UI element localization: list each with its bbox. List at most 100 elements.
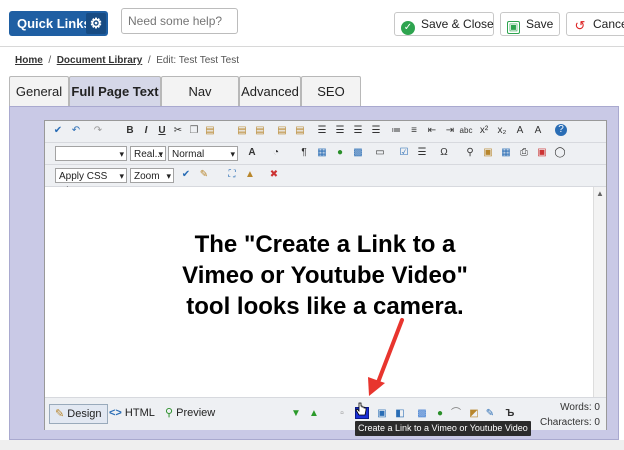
gear-icon: ⚙	[86, 13, 106, 34]
cancel-label: Cancel	[593, 17, 624, 31]
annotation-line: The "Create a Link to a	[194, 231, 456, 258]
editor-scrollbar[interactable]: ▲ ▼	[593, 187, 606, 415]
fullscreen-icon[interactable]: ⛶	[225, 168, 239, 182]
comment-icon[interactable]: ◯	[553, 146, 567, 160]
select-all-icon[interactable]: ▫	[335, 407, 349, 421]
help-icon[interactable]: ?	[555, 124, 567, 136]
flash-icon[interactable]: ▲	[243, 168, 257, 182]
html-mode-label: HTML	[124, 407, 155, 419]
preview-mode-button[interactable]: ⚲ Preview	[165, 404, 215, 422]
tooltip: Create a Link to a Vimeo or Youtube Vide…	[355, 421, 531, 436]
tab-nav-sections[interactable]: Nav Sections	[161, 76, 239, 129]
print-icon[interactable]: ⎙	[517, 146, 531, 160]
align-center-icon[interactable]: ☰	[333, 124, 347, 138]
breadcrumb-home-link[interactable]: Home	[15, 55, 43, 66]
document-properties-icon[interactable]: ▣	[481, 146, 495, 160]
horizontal-rule-icon[interactable]: ☰	[415, 146, 429, 160]
paragraph-format-select[interactable]: Normal	[168, 146, 238, 162]
rich-text-editor: ✔ ↶ ↷ B I U ✂ ❐ ▤ ▤ ▤ ▤ ▤ ☰ ☰ ☰ ☰ ≔ ≡ ⇤ …	[44, 120, 607, 430]
italic-icon[interactable]: I	[139, 124, 153, 138]
cancel-button[interactable]: ↺ Cancel	[566, 12, 624, 36]
flash-movie-icon[interactable]: ▩	[415, 407, 429, 421]
tab-full-page-text[interactable]: Full Page Text	[69, 76, 161, 106]
find-replace-icon[interactable]: ⚲	[463, 146, 477, 160]
font-name-select[interactable]: Real...	[130, 146, 166, 162]
special-char-icon[interactable]: Ω	[437, 146, 451, 160]
save-label: Save	[526, 17, 554, 31]
annotation-text: The "Create a Link to a Vimeo or Youtube…	[105, 229, 545, 322]
indent-icon[interactable]: ⇥	[443, 124, 457, 138]
hyperlink-icon[interactable]: ●	[333, 146, 347, 160]
undo-arrow-icon: ↺	[573, 18, 587, 33]
paste-text-icon[interactable]: ▤	[253, 124, 267, 138]
paste-word-icon[interactable]: ▤	[235, 124, 249, 138]
tab-general[interactable]: General	[9, 76, 69, 106]
html-mode-button[interactable]: <> HTML	[109, 404, 155, 422]
globe-icon[interactable]: ●	[433, 407, 447, 421]
css-class-select[interactable]: Apply CSS Cl...	[55, 168, 127, 197]
annotation-line: Vimeo or Youtube Video"	[182, 262, 468, 289]
bold-icon[interactable]: B	[123, 124, 137, 138]
table-icon[interactable]: ▭	[373, 146, 387, 160]
undo-icon[interactable]: ↶	[69, 124, 83, 138]
outdent-icon[interactable]: ⇤	[425, 124, 439, 138]
font-size-select[interactable]	[55, 146, 127, 162]
gallery-icon[interactable]: ◧	[393, 407, 407, 421]
toolbar-row-1: ✔ ↶ ↷ B I U ✂ ❐ ▤ ▤ ▤ ▤ ▤ ☰ ☰ ☰ ☰ ≔ ≡ ⇤ …	[45, 121, 606, 143]
tab-seo[interactable]: SEO	[301, 76, 361, 106]
scroll-up-icon[interactable]: ▲	[596, 189, 604, 198]
highlight-color-icon[interactable]: ◔	[269, 146, 283, 160]
paste-plain-icon[interactable]: ▤	[293, 124, 307, 138]
move-up-icon[interactable]: ▲	[307, 407, 321, 421]
top-bar: Quick Links ⚙ ✓ Save & Close ▣ Save ↺ Cance…	[0, 0, 624, 47]
bulleted-list-icon[interactable]: ≔	[389, 124, 403, 138]
paragraph-icon[interactable]: ¶	[297, 146, 311, 160]
paste-html-icon[interactable]: ▤	[275, 124, 289, 138]
page-footer	[0, 440, 624, 450]
template-icon[interactable]: ▦	[315, 146, 329, 160]
format-painter-icon[interactable]: ✎	[197, 168, 211, 182]
clean-word-icon[interactable]: ✖	[267, 168, 281, 182]
paste-icon[interactable]: ▤	[203, 124, 217, 138]
justify-icon[interactable]: ☰	[369, 124, 383, 138]
spellcheck-icon[interactable]: ✔	[179, 168, 193, 182]
word-count: Words: 0	[560, 402, 600, 413]
redo-icon[interactable]: ↷	[91, 124, 105, 138]
quick-links-button[interactable]: Quick Links ⚙	[9, 11, 108, 36]
subscript-icon[interactable]: x₂	[495, 124, 509, 138]
preview-page-icon[interactable]: ▣	[535, 146, 549, 160]
text-color-icon[interactable]: A	[245, 146, 259, 160]
hand-cursor-icon	[355, 402, 367, 423]
align-left-icon[interactable]: ☰	[315, 124, 329, 138]
breadcrumb-library-link[interactable]: Document Library	[57, 55, 143, 66]
font-format-icon[interactable]: A	[531, 124, 545, 138]
help-search-input[interactable]	[121, 8, 238, 34]
media-icon[interactable]: ▣	[375, 407, 389, 421]
move-down-icon[interactable]: ▼	[289, 407, 303, 421]
zoom-select[interactable]: Zoom	[130, 168, 174, 184]
superscript-icon[interactable]: x²	[477, 124, 491, 138]
character-count: Characters: 0	[539, 417, 600, 428]
underline-icon[interactable]: U	[155, 124, 169, 138]
image-map-icon[interactable]: ◩	[467, 407, 481, 421]
image-icon[interactable]: ▩	[351, 146, 365, 160]
design-mode-button[interactable]: ✎ Design	[49, 404, 108, 424]
page-setup-icon[interactable]: ▦	[499, 146, 513, 160]
numbered-list-icon[interactable]: ≡	[407, 124, 421, 138]
save-close-button[interactable]: ✓ Save & Close	[394, 12, 494, 36]
edit-icon[interactable]: ✎	[483, 407, 497, 421]
quick-links-label: Quick Links	[17, 16, 91, 31]
clear-format-icon[interactable]: A	[513, 124, 527, 138]
strikethrough-icon[interactable]: abc	[459, 124, 473, 138]
spellcheck-icon[interactable]: ✔	[51, 124, 65, 138]
copy-icon[interactable]: ❐	[187, 124, 201, 138]
form-icon[interactable]: ☑	[397, 146, 411, 160]
align-right-icon[interactable]: ☰	[351, 124, 365, 138]
attachment-icon[interactable]: ⌒	[449, 407, 463, 421]
save-button[interactable]: ▣ Save	[500, 12, 560, 36]
cut-icon[interactable]: ✂	[171, 124, 185, 138]
tab-advanced[interactable]: Advanced	[239, 76, 301, 106]
breadcrumb: Home / Document Library / Edit: Test Tes…	[15, 55, 239, 66]
text-box-icon[interactable]: Ъ	[503, 407, 517, 421]
toolbar-row-3: Apply CSS Cl... Zoom ✔ ✎ ⛶ ▲ ✖	[45, 165, 606, 197]
